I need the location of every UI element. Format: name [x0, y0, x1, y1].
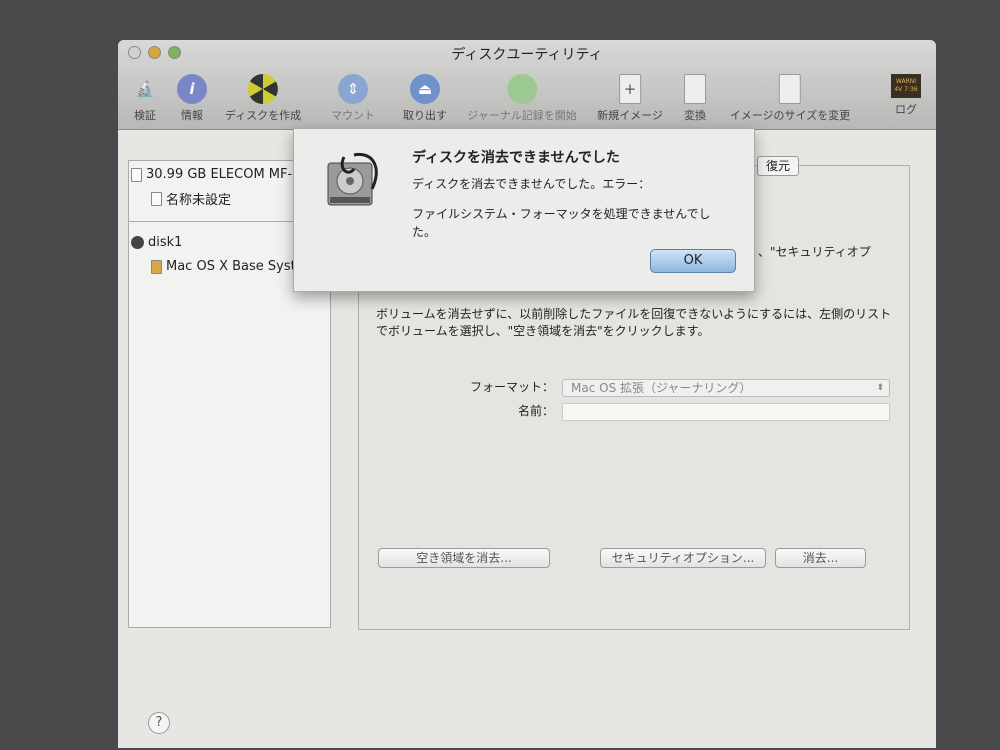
error-dialog: ディスクを消去できませんでした ディスクを消去できませんでした。エラー： ファイ… — [293, 128, 755, 292]
toolbar-mount[interactable]: ⇕ マウント — [331, 74, 375, 123]
ok-button[interactable]: OK — [650, 249, 736, 273]
info-icon: i — [177, 74, 207, 104]
sidebar-item-elecom[interactable]: 30.99 GB ELECOM MF- — [131, 167, 292, 182]
volume-icon — [151, 191, 162, 206]
dialog-message-1: ディスクを消去できませんでした。エラー： — [412, 177, 651, 191]
toolbar-eject[interactable]: ⏏ 取り出す — [403, 74, 447, 123]
format-value: Mac OS 拡張（ジャーナリング） — [571, 381, 752, 395]
sidebar-item-label: Mac OS X Base Syst — [166, 259, 296, 274]
sidebar-item-label: disk1 — [148, 235, 183, 250]
toolbar-journal[interactable]: ジャーナル記録を開始 — [467, 74, 577, 123]
toolbar: ディスクユーティリティ 🔬 検証 i 情報 ディスクを作成 ⇕ マウント ⏏ 取り出す … — [118, 40, 936, 130]
disk-icon — [131, 236, 144, 249]
journal-icon — [506, 74, 537, 104]
dialog-message-2: ファイルシステム・フォーマッタを処理できませんでした。 — [412, 207, 711, 239]
volume-icon — [151, 259, 162, 274]
erase-button[interactable]: 消去... — [775, 548, 866, 568]
erase-free-space-button[interactable]: 空き領域を消去... — [378, 548, 550, 568]
toolbar-label: 変換 — [684, 109, 706, 122]
toolbar-log[interactable]: WARNI 4V 7:36 ログ — [891, 74, 921, 117]
format-label: フォーマット： — [469, 380, 554, 394]
microscope-icon: 🔬 — [135, 80, 155, 98]
toolbar-label: ジャーナル記録を開始 — [467, 109, 577, 122]
tab-restore[interactable]: 復元 — [757, 156, 799, 176]
eject-icon: ⏏ — [410, 74, 440, 104]
erase-description: ボリュームを消去せずに、以前削除したファイルを回復できないようにするには、左側の… — [376, 307, 892, 338]
toolbar-label: イメージのサイズを変更 — [729, 109, 851, 122]
dialog-title: ディスクを消去できませんでした — [412, 150, 620, 166]
resize-image-icon — [778, 74, 801, 104]
toolbar-burn[interactable]: ディスクを作成 — [225, 74, 301, 123]
new-image-icon: + — [619, 74, 641, 104]
toolbar-label: マウント — [331, 109, 375, 122]
toolbar-verify[interactable]: 🔬 検証 — [130, 74, 160, 123]
window-title: ディスクユーティリティ — [451, 47, 603, 63]
sidebar-item-disk1[interactable]: disk1 — [131, 235, 182, 250]
mount-icon: ⇕ — [338, 74, 368, 104]
format-select[interactable]: Mac OS 拡張（ジャーナリング） ⬍ — [562, 379, 890, 397]
drive-icon — [131, 167, 142, 182]
toolbar-convert[interactable]: 変換 — [684, 74, 706, 123]
log-icon: WARNI 4V 7:36 — [891, 74, 921, 98]
toolbar-label: 新規イメージ — [597, 109, 663, 122]
convert-icon — [684, 74, 706, 104]
name-input[interactable] — [562, 403, 890, 421]
toolbar-new-image[interactable]: + 新規イメージ — [597, 74, 663, 123]
sidebar-item-label: 名称未設定 — [166, 193, 232, 208]
toolbar-resize-image[interactable]: イメージのサイズを変更 — [730, 74, 850, 123]
toolbar-label: 情報 — [181, 109, 203, 122]
name-label: 名前： — [517, 404, 554, 418]
sidebar-item-label: 30.99 GB ELECOM MF- — [146, 167, 293, 182]
select-arrows-icon: ⬍ — [876, 383, 884, 393]
disk-utility-icon — [327, 152, 378, 206]
sidebar-item-untitled[interactable]: 名称未設定 — [151, 189, 231, 208]
toolbar-info[interactable]: i 情報 — [177, 74, 207, 123]
partial-instruction: 、"セキュリティオプ — [758, 245, 871, 259]
help-button[interactable]: ? — [148, 712, 170, 734]
security-options-button[interactable]: セキュリティオプション... — [600, 548, 766, 568]
toolbar-label: ログ — [895, 103, 917, 116]
toolbar-label: ディスクを作成 — [224, 109, 302, 122]
sidebar-item-base-system[interactable]: Mac OS X Base Syst — [151, 259, 296, 274]
burn-icon — [247, 74, 278, 104]
toolbar-label: 取り出す — [403, 109, 447, 122]
toolbar-label: 検証 — [134, 109, 156, 122]
